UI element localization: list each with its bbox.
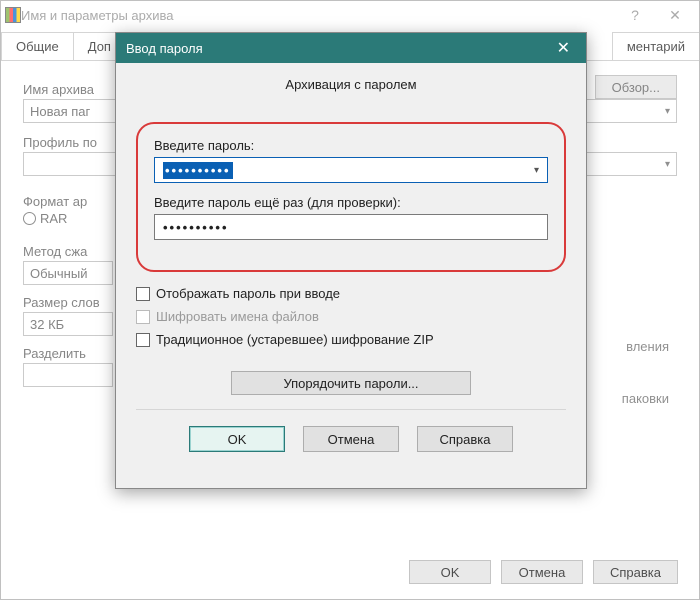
ok-button[interactable]: OK [189,426,285,452]
tab-general[interactable]: Общие [1,32,74,60]
parent-button-row: OK Отмена Справка [409,560,678,584]
packing-hint: паковки [622,391,669,406]
format-rar-radio[interactable]: RAR [23,211,67,226]
radio-icon [23,212,36,225]
password-dialog: Ввод пароля ✕ Архивация с паролем Введит… [115,32,587,489]
reenter-password-label: Введите пароль ещё раз (для проверки): [154,195,548,210]
winrar-icon [5,7,21,23]
password-confirm-input[interactable]: •••••••••• [154,214,548,240]
modal-titlebar: Ввод пароля ✕ [116,33,586,63]
parent-title: Имя и параметры архива [21,8,173,23]
encrypt-names-checkbox: Шифровать имена файлов [136,309,566,324]
close-icon[interactable]: ✕ [655,7,695,24]
cancel-button[interactable]: Отмена [303,426,399,452]
chevron-down-icon: ▾ [665,159,670,170]
enter-password-label: Введите пароль: [154,138,548,153]
parent-cancel-button[interactable]: Отмена [501,560,583,584]
parent-titlebar: Имя и параметры архива ? ✕ [1,1,699,29]
tab-comment[interactable]: ментарий [612,32,700,60]
password-input[interactable]: •••••••••• ▾ [154,157,548,183]
password-callout: Введите пароль: •••••••••• ▾ Введите пар… [136,122,566,272]
modal-body: Архивация с паролем Введите пароль: ••••… [116,63,586,488]
zip-legacy-checkbox[interactable]: Традиционное (устаревшее) шифрование ZIP [136,332,566,347]
show-password-checkbox[interactable]: Отображать пароль при вводе [136,286,566,301]
checkbox-icon [136,287,150,301]
help-icon[interactable]: ? [615,7,655,23]
organize-passwords-button[interactable]: Упорядочить пароли... [231,371,471,395]
update-mode-hint: вления [626,339,669,354]
close-icon[interactable]: ✕ [551,38,576,58]
dictionary-select[interactable]: 32 КБ [23,312,113,336]
split-input[interactable] [23,363,113,387]
method-select[interactable]: Обычный [23,261,113,285]
chevron-down-icon[interactable]: ▾ [534,165,539,176]
modal-button-row: OK Отмена Справка [136,409,566,470]
checkbox-icon [136,310,150,324]
browse-button[interactable]: Обзор... [595,75,677,99]
help-button[interactable]: Справка [417,426,513,452]
parent-help-button[interactable]: Справка [593,560,678,584]
chevron-down-icon: ▾ [665,106,670,117]
modal-heading: Архивация с паролем [136,77,566,92]
modal-title: Ввод пароля [126,41,203,56]
checkbox-icon [136,333,150,347]
parent-ok-button[interactable]: OK [409,560,491,584]
